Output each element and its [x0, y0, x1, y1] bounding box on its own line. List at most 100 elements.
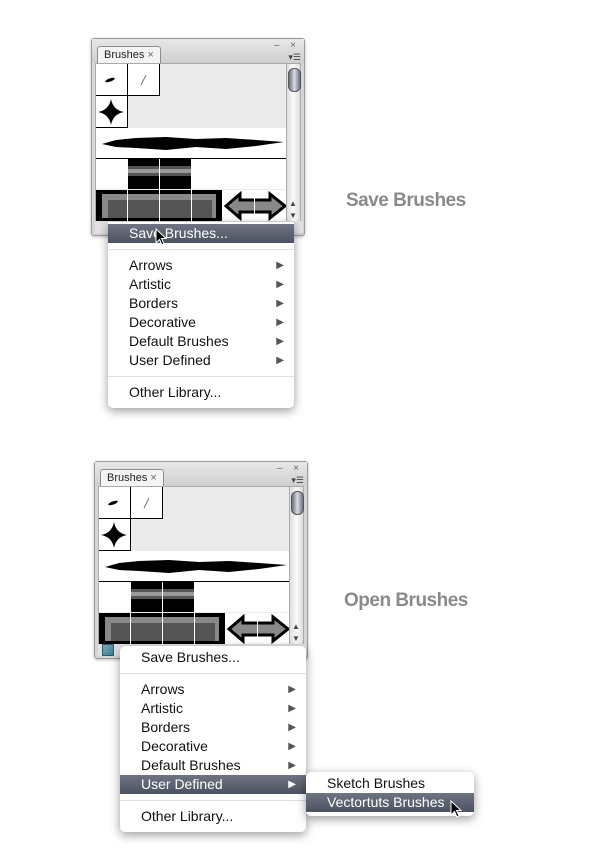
menu-item-label: Arrows [141, 681, 185, 697]
mouse-cursor-icon [155, 228, 168, 246]
menu-item-other-library[interactable]: Other Library... [108, 383, 294, 402]
caption-open-brushes: Open Brushes [344, 590, 468, 611]
menu-item-label: Save Brushes... [129, 225, 228, 241]
menu-item-borders[interactable]: Borders ▶ [120, 718, 306, 737]
menu-item-arrows[interactable]: Arrows ▶ [108, 256, 294, 275]
user-defined-submenu: Sketch Brushes Vectortuts Brushes [306, 772, 474, 816]
scrollbar[interactable]: ▲ ▼ [289, 486, 304, 646]
scrollbar-thumb[interactable] [288, 68, 301, 92]
double-arrow-brush-icon [223, 190, 288, 222]
panel-menu-icon[interactable]: ▾☰ [288, 52, 301, 63]
window-controls[interactable]: – × [277, 463, 303, 474]
mouse-cursor-icon [450, 800, 463, 818]
submenu-arrow-icon: ▶ [276, 317, 284, 328]
submenu-arrow-icon: ▶ [276, 355, 284, 366]
menu-item-decorative[interactable]: Decorative ▶ [108, 313, 294, 332]
brush-library-menu-bottom: Save Brushes... Arrows ▶ Artistic ▶ Border… [120, 646, 306, 832]
menu-item-artistic[interactable]: Artistic ▶ [120, 699, 306, 718]
submenu-arrow-icon: ▶ [288, 703, 296, 714]
menu-item-save-brushes[interactable]: Save Brushes... [120, 648, 306, 667]
menu-item-label: User Defined [129, 352, 211, 368]
menu-item-label: Save Brushes... [141, 649, 240, 665]
brush-swatch-charcoal[interactable] [99, 551, 292, 582]
menu-separator [120, 673, 306, 674]
menu-item-save-brushes[interactable]: Save Brushes... [108, 224, 294, 243]
brush-swatch-pattern[interactable] [96, 159, 289, 189]
submenu-arrow-icon: ▶ [276, 260, 284, 271]
scroll-up-icon[interactable]: ▲ [289, 199, 297, 208]
menu-item-default-brushes[interactable]: Default Brushes ▶ [108, 332, 294, 351]
menu-item-decorative[interactable]: Decorative ▶ [120, 737, 306, 756]
line-brush-icon [140, 74, 147, 86]
submenu-item-label: Vectortuts Brushes [327, 794, 445, 810]
menu-item-label: Decorative [129, 314, 196, 330]
menu-item-label: Borders [141, 719, 191, 735]
brush-library [95, 63, 290, 223]
menu-separator [120, 800, 306, 801]
scrollbar[interactable]: ▲ ▼ [286, 63, 301, 223]
window-controls[interactable]: – × [274, 40, 300, 51]
brush-libraries-menu-icon[interactable] [102, 644, 114, 656]
menu-separator [108, 376, 294, 377]
close-icon[interactable]: × [150, 472, 156, 484]
brush-swatch-pattern[interactable] [99, 582, 292, 612]
menu-item-artistic[interactable]: Artistic ▶ [108, 275, 294, 294]
scroll-down-icon[interactable]: ▼ [289, 211, 297, 220]
brush-swatch-star[interactable] [96, 96, 128, 128]
brush-swatch-line[interactable] [131, 487, 163, 519]
star-brush-icon [98, 99, 124, 125]
submenu-arrow-icon: ▶ [288, 760, 296, 771]
charcoal-brush-stroke [102, 137, 284, 150]
menu-item-label: Artistic [129, 276, 171, 292]
calligraphic-brush-icon [105, 77, 115, 83]
brush-swatch-star[interactable] [99, 519, 131, 551]
calligraphic-brush-icon [108, 500, 118, 506]
brush-swatch-border[interactable] [99, 613, 292, 645]
brushes-panel-top: Brushes × – × ▾☰ ▲ ▼ [91, 38, 305, 236]
menu-item-default-brushes[interactable]: Default Brushes ▶ [120, 756, 306, 775]
brush-swatch-charcoal[interactable] [96, 128, 289, 159]
tab-brushes[interactable]: Brushes × [97, 46, 161, 64]
submenu-item-vectortuts-brushes[interactable]: Vectortuts Brushes [306, 793, 474, 812]
menu-item-user-defined[interactable]: User Defined ▶ [108, 351, 294, 370]
submenu-item-label: Sketch Brushes [327, 775, 426, 791]
scroll-down-icon[interactable]: ▼ [292, 634, 300, 643]
menu-item-label: Default Brushes [141, 757, 241, 773]
tab-brushes[interactable]: Brushes × [100, 469, 164, 487]
brushes-panel-bottom: Brushes × – × ▾☰ ▲ ▼ [94, 461, 308, 659]
submenu-arrow-icon: ▶ [288, 684, 296, 695]
menu-item-label: Arrows [129, 257, 173, 273]
tab-label: Brushes [107, 472, 148, 484]
submenu-item-sketch-brushes[interactable]: Sketch Brushes [306, 774, 474, 793]
menu-item-label: Decorative [141, 738, 208, 754]
star-brush-icon [101, 522, 127, 548]
panel-menu-icon[interactable]: ▾☰ [291, 475, 304, 486]
caption-save-brushes: Save Brushes [346, 190, 466, 211]
brush-swatch-line[interactable] [128, 64, 160, 96]
submenu-arrow-icon: ▶ [288, 779, 296, 790]
menu-item-label: Default Brushes [129, 333, 229, 349]
menu-item-borders[interactable]: Borders ▶ [108, 294, 294, 313]
submenu-arrow-icon: ▶ [288, 741, 296, 752]
submenu-arrow-icon: ▶ [276, 336, 284, 347]
submenu-arrow-icon: ▶ [276, 279, 284, 290]
double-arrow-brush-icon [226, 613, 291, 645]
menu-separator [108, 249, 294, 250]
scrollbar-thumb[interactable] [291, 491, 304, 515]
brush-swatch-calligraphic[interactable] [96, 64, 128, 96]
brush-library-menu-top: Save Brushes... Arrows ▶ Artistic ▶ Border… [108, 222, 294, 408]
line-brush-icon [143, 497, 150, 509]
brush-library [98, 486, 293, 646]
charcoal-brush-stroke [105, 560, 287, 573]
submenu-arrow-icon: ▶ [276, 298, 284, 309]
menu-item-label: User Defined [141, 776, 223, 792]
scroll-up-icon[interactable]: ▲ [292, 622, 300, 631]
menu-item-user-defined[interactable]: User Defined ▶ [120, 775, 306, 794]
menu-item-label: Other Library... [129, 384, 222, 400]
close-icon[interactable]: × [147, 49, 153, 61]
brush-swatch-border[interactable] [96, 190, 289, 222]
menu-item-other-library[interactable]: Other Library... [120, 807, 306, 826]
brush-swatch-calligraphic[interactable] [99, 487, 131, 519]
menu-item-arrows[interactable]: Arrows ▶ [120, 680, 306, 699]
tab-label: Brushes [104, 49, 145, 61]
